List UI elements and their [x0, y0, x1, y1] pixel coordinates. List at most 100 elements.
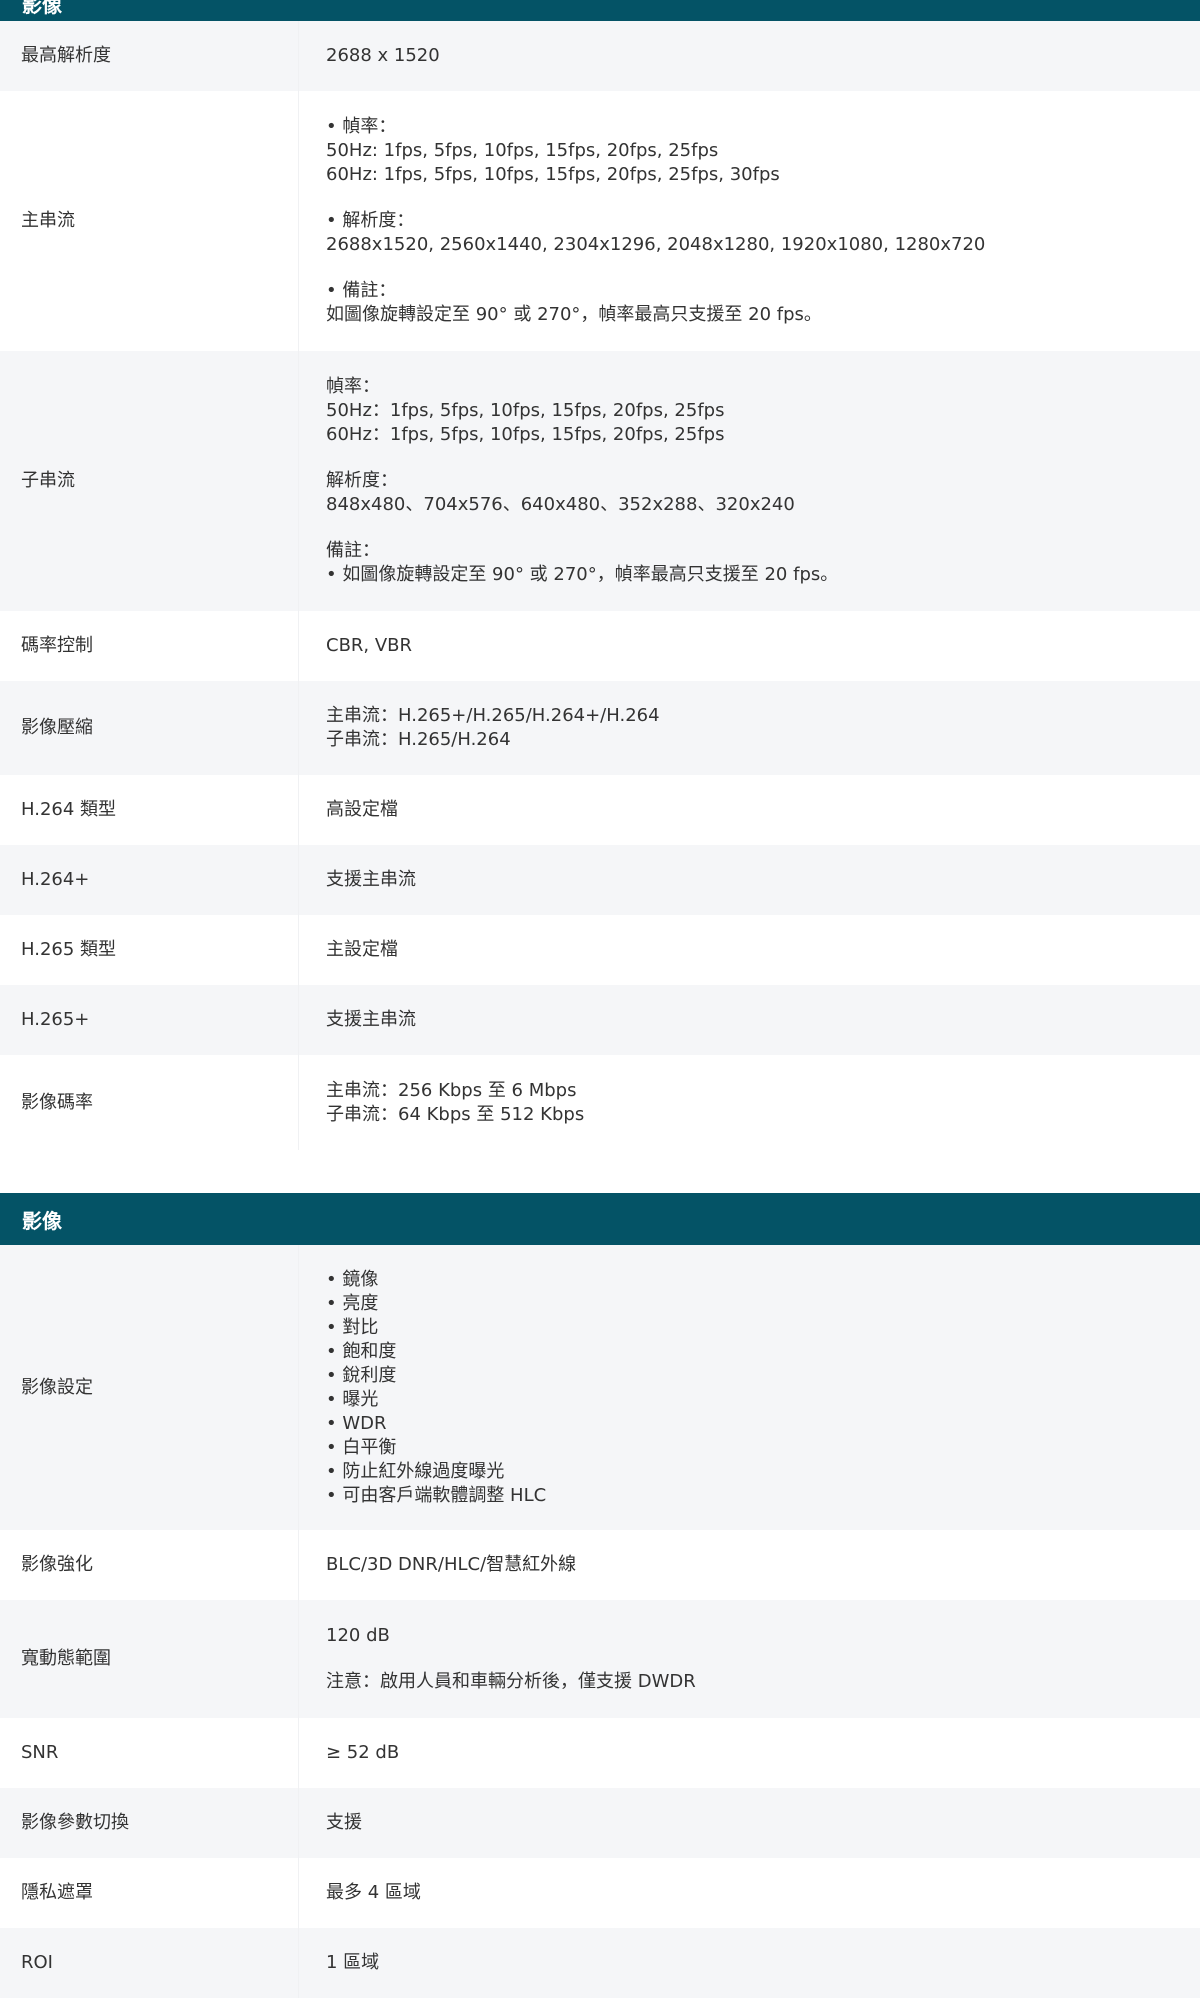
- spec-row: H.265 類型 主設定檔: [0, 915, 1200, 985]
- spec-value-line: 解析度：: [326, 470, 398, 491]
- spec-value-line: 支援主串流: [326, 1009, 416, 1030]
- spec-label: H.265 類型: [21, 939, 117, 960]
- section-title: 影像: [22, 1208, 62, 1233]
- spec-value: 支援主串流: [298, 845, 1200, 915]
- spec-label: 寬動態範圍: [21, 1648, 111, 1669]
- spec-value-line: • 飽和度: [326, 1340, 397, 1362]
- spec-value: • 幀率： 50Hz: 1fps, 5fps, 10fps, 15fps, 20f…: [298, 91, 1200, 351]
- spec-value-line: 120 dB: [326, 1625, 390, 1646]
- spec-value-line: 主串流：H.265+/H.265/H.264+/H.264: [326, 705, 660, 726]
- spec-row: H.264+ 支援主串流: [0, 845, 1200, 915]
- spec-row: 主串流 • 幀率： 50Hz: 1fps, 5fps, 10fps, 15fps, …: [0, 91, 1200, 351]
- section-gap: [0, 1150, 1200, 1193]
- spec-value: 主串流：256 Kbps 至 6 Mbps 子串流：64 Kbps 至 512 K…: [298, 1055, 1200, 1150]
- spec-row: 影像碼率 主串流：256 Kbps 至 6 Mbps 子串流：64 Kbps 至 5…: [0, 1055, 1200, 1150]
- spec-row: 影像參數切換 支援: [0, 1788, 1200, 1858]
- spec-value-line: ≥ 52 dB: [326, 1742, 400, 1763]
- spec-label: 影像壓縮: [21, 717, 93, 738]
- spec-value: 主設定檔: [298, 915, 1200, 985]
- section-title: 影像: [22, 0, 62, 17]
- spec-value-line: 備註：: [326, 540, 380, 561]
- spec-value-line: 60Hz: 1fps, 5fps, 10fps, 15fps, 20fps, 2…: [326, 164, 780, 185]
- spec-value-line: 支援: [326, 1812, 362, 1833]
- spec-value-line: 最多 4 區域: [326, 1882, 421, 1903]
- spec-value-line: CBR, VBR: [326, 635, 413, 656]
- spec-label: 碼率控制: [21, 635, 93, 656]
- spec-value: 120 dB 注意：啟用人員和車輛分析後，僅支援 DWDR: [298, 1600, 1200, 1718]
- spec-value: 最多 4 區域: [298, 1858, 1200, 1928]
- spec-table-image: 影像設定 • 鏡像 • 亮度 • 對比 • 飽和度 • 銳利度 • 曝光 • WDR • 白平衡…: [0, 1245, 1200, 1998]
- spec-label: 影像參數切換: [21, 1812, 129, 1833]
- spec-label: 隱私遮罩: [21, 1882, 93, 1903]
- spec-value: 高設定檔: [298, 775, 1200, 845]
- spec-value-line: • 曝光: [326, 1388, 379, 1410]
- spec-value: 1 區域: [298, 1928, 1200, 1998]
- spec-value-line: 60Hz：1fps, 5fps, 10fps, 15fps, 20fps, 25…: [326, 424, 725, 445]
- spec-value-line: • 鏡像: [326, 1268, 379, 1290]
- spec-value: 2688 x 1520: [298, 21, 1200, 91]
- spec-value-line: • 幀率：: [326, 116, 397, 137]
- spec-value-line: 支援主串流: [326, 869, 416, 890]
- spec-row: 最高解析度 2688 x 1520: [0, 21, 1200, 91]
- spec-row: 影像壓縮 主串流：H.265+/H.265/H.264+/H.264 子串流：H.2…: [0, 681, 1200, 775]
- spec-value-line: 子串流：H.265/H.264: [326, 729, 511, 750]
- spec-value-line: 注意：啟用人員和車輛分析後，僅支援 DWDR: [326, 1671, 696, 1692]
- spec-label: H.265+: [21, 1009, 90, 1030]
- spec-label: 影像碼率: [21, 1091, 93, 1113]
- section-header-image: 影像: [0, 1193, 1200, 1245]
- spec-value-line: • 解析度：: [326, 210, 415, 231]
- spec-value-line: • WDR: [326, 1412, 387, 1434]
- spec-value-line: 50Hz：1fps, 5fps, 10fps, 15fps, 20fps, 25…: [326, 400, 725, 421]
- spec-value-line: 高設定檔: [326, 799, 398, 820]
- spec-value-line: 2688x1520, 2560x1440, 2304x1296, 2048x12…: [326, 234, 986, 255]
- spec-value-line: 子串流：64 Kbps 至 512 Kbps: [326, 1103, 585, 1125]
- spec-label: 主串流: [21, 210, 75, 231]
- spec-row: 隱私遮罩 最多 4 區域: [0, 1858, 1200, 1928]
- spec-label: 影像強化: [21, 1554, 93, 1575]
- spec-value: BLC/3D DNR/HLC/智慧紅外線: [298, 1530, 1200, 1600]
- spec-value-line: 50Hz: 1fps, 5fps, 10fps, 15fps, 20fps, 2…: [326, 140, 719, 161]
- spec-row: 碼率控制 CBR, VBR: [0, 611, 1200, 681]
- spec-value-line: • 可由客戶端軟體調整 HLC: [326, 1484, 547, 1506]
- spec-value-line: 幀率：: [326, 376, 380, 397]
- spec-row: 寬動態範圍 120 dB 注意：啟用人員和車輛分析後，僅支援 DWDR: [0, 1600, 1200, 1718]
- spec-value-line: 主串流：256 Kbps 至 6 Mbps: [326, 1079, 577, 1101]
- spec-value-line: • 白平衡: [326, 1436, 397, 1458]
- spec-label: H.264 類型: [21, 799, 117, 820]
- spec-value-line: BLC/3D DNR/HLC/智慧紅外線: [326, 1554, 577, 1575]
- spec-value: • 鏡像 • 亮度 • 對比 • 飽和度 • 銳利度 • 曝光 • WDR • 白平衡 • 防止…: [298, 1245, 1200, 1530]
- spec-value-line: 1 區域: [326, 1952, 380, 1973]
- spec-value-line: • 銳利度: [326, 1364, 397, 1386]
- spec-label: ROI: [21, 1952, 53, 1973]
- spec-value: 幀率： 50Hz：1fps, 5fps, 10fps, 15fps, 20fps,…: [298, 351, 1200, 611]
- spec-value: 支援: [298, 1788, 1200, 1858]
- spec-table-video: 最高解析度 2688 x 1520 主串流 • 幀率： 50Hz: 1fps, 5fps…: [0, 21, 1200, 1150]
- spec-label: 影像設定: [21, 1376, 93, 1398]
- spec-value: 支援主串流: [298, 985, 1200, 1055]
- spec-label: SNR: [21, 1742, 59, 1763]
- spec-value-line: • 備註：: [326, 280, 397, 301]
- section-header-video: 影像: [0, 0, 1200, 21]
- spec-row: H.265+ 支援主串流: [0, 985, 1200, 1055]
- spec-value-line: 2688 x 1520: [326, 45, 440, 66]
- spec-row: 子串流 幀率： 50Hz：1fps, 5fps, 10fps, 15fps, 20f…: [0, 351, 1200, 611]
- spec-page: 影像 最高解析度 2688 x 1520 主串流 • 幀率： 50Hz: 1fps, 5…: [0, 0, 1200, 1998]
- spec-row: 影像強化 BLC/3D DNR/HLC/智慧紅外線: [0, 1530, 1200, 1600]
- spec-value-line: 848x480、704x576、640x480、352x288、320x240: [326, 494, 795, 515]
- spec-row: SNR ≥ 52 dB: [0, 1718, 1200, 1788]
- spec-value-line: • 如圖像旋轉設定至 90° 或 270°，幀率最高只支援至 20 fps。: [326, 564, 839, 585]
- spec-row: ROI 1 區域: [0, 1928, 1200, 1998]
- spec-value-line: 如圖像旋轉設定至 90° 或 270°，幀率最高只支援至 20 fps。: [326, 304, 822, 325]
- spec-value: CBR, VBR: [298, 611, 1200, 681]
- spec-label: 最高解析度: [21, 45, 111, 66]
- spec-row: H.264 類型 高設定檔: [0, 775, 1200, 845]
- spec-value-line: • 亮度: [326, 1292, 379, 1314]
- spec-value-line: • 防止紅外線過度曝光: [326, 1460, 505, 1482]
- spec-row: 影像設定 • 鏡像 • 亮度 • 對比 • 飽和度 • 銳利度 • 曝光 • WDR • 白平衡…: [0, 1245, 1200, 1530]
- spec-label: 子串流: [21, 470, 75, 491]
